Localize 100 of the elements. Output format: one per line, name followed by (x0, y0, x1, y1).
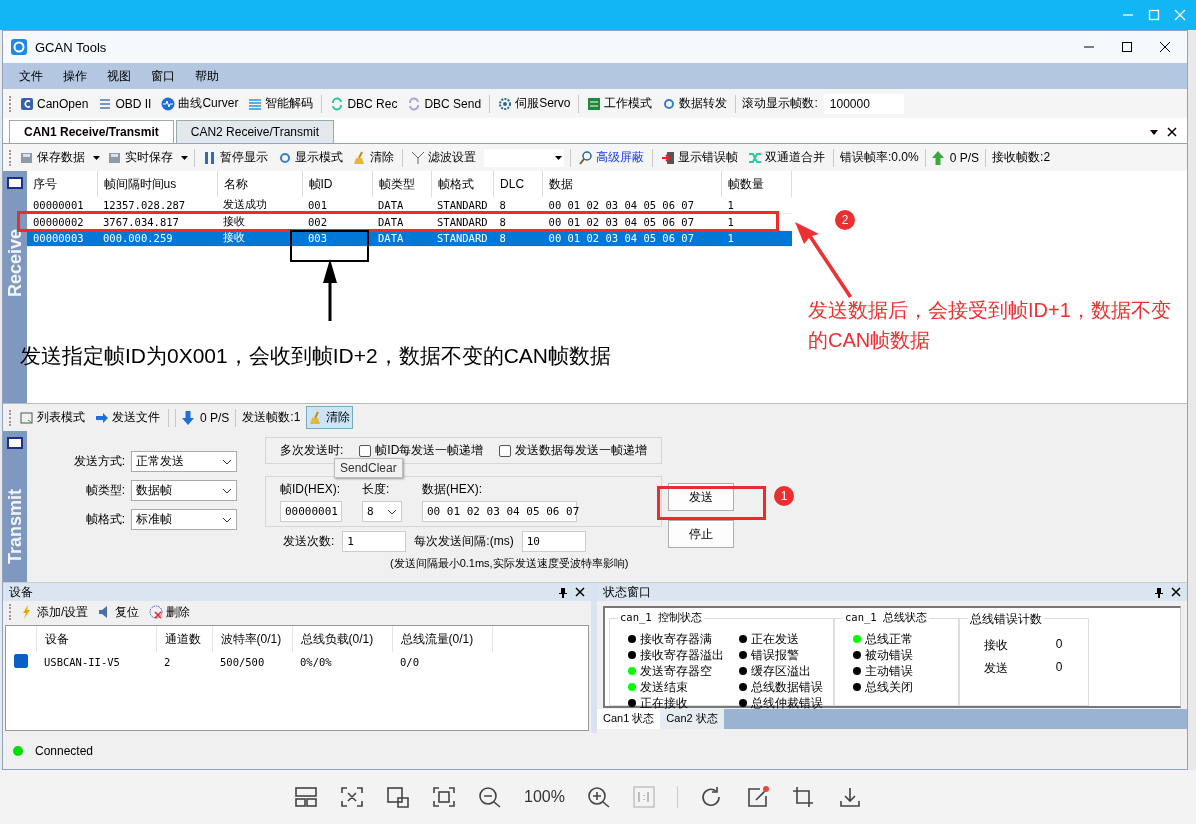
download-icon[interactable] (837, 786, 862, 808)
table-cell: 00 01 02 03 04 05 06 07 (548, 199, 694, 211)
length-dropdown[interactable]: 8 (362, 501, 402, 522)
send-button[interactable]: 发送 (668, 483, 735, 511)
field-label: 每次发送间隔:(ms) (414, 533, 514, 550)
add-settings-button[interactable]: 添加/设置 (18, 601, 91, 623)
status-label: 缓存区溢出 (750, 662, 811, 680)
dropdown-caret-icon[interactable] (93, 154, 100, 161)
dropdown-caret-icon[interactable] (181, 154, 188, 161)
group-label: 多次发送时: (280, 442, 344, 459)
down-arrow-icon (182, 410, 194, 425)
menu-item[interactable]: 操作 (55, 65, 95, 87)
frame-id-field[interactable]: 00000001 (280, 501, 342, 522)
field-label: 发送方式: (72, 453, 125, 470)
menu-item[interactable]: 帮助 (187, 65, 227, 87)
toolbar-button[interactable]: OBD II (96, 94, 154, 113)
send-file-button[interactable]: 发送文件 (93, 407, 162, 428)
dropdown[interactable]: 正常发送 (131, 451, 237, 472)
reset-button[interactable]: 复位 (96, 601, 142, 623)
checkbox[interactable]: 发送数据每发送一帧递增 (499, 442, 648, 459)
filter-settings-button[interactable]: 滤波设置 (409, 147, 478, 168)
toolbar-button[interactable]: 伺服Servo (496, 93, 573, 114)
toolbar-button[interactable]: 工作模式 (585, 93, 655, 114)
toolbar-button[interactable]: 数据转发 (660, 93, 730, 114)
panel-title: 设备 (9, 583, 33, 601)
send-count-field[interactable]: 1 (342, 531, 407, 552)
table-cell: 002 (308, 215, 327, 228)
menu-item[interactable]: 视图 (99, 65, 139, 87)
pin-icon[interactable] (559, 586, 567, 598)
status-label: 主动错误 (865, 662, 913, 680)
toolbar-button[interactable]: CanOpen (18, 94, 91, 113)
dropdown-caret-icon[interactable] (1149, 127, 1159, 137)
up-arrow-icon (323, 259, 337, 321)
column-header: 总线负载(0/1) (292, 626, 392, 652)
save-data-button[interactable]: 保存数据 (18, 147, 87, 168)
edit-icon[interactable] (745, 786, 770, 808)
table-cell: 00000001 (33, 199, 84, 211)
layout-icon[interactable] (294, 786, 318, 808)
chevron-down-icon (387, 508, 397, 515)
merge-channels-button[interactable]: 双通道合并 (746, 147, 827, 168)
fit-screen-icon[interactable] (340, 786, 364, 808)
advanced-mask-button[interactable]: 高级屏蔽 (577, 147, 646, 168)
realtime-save-button[interactable]: 实时保存 (106, 147, 175, 168)
window-title: GCAN Tools (35, 39, 107, 55)
interval-field[interactable]: 10 (521, 531, 586, 552)
column-header: 帧ID (302, 171, 372, 197)
close-icon[interactable] (1159, 41, 1171, 53)
lines-icon (248, 96, 263, 111)
delete-button[interactable]: 删除 (147, 601, 193, 623)
table-row[interactable]: 00000001 12357.028.287 发送成功 001 DATA STANDARD 8 00 01 02 03 04 05 06 07 1 (27, 197, 792, 214)
toolbar-button[interactable]: 曲线Curver (159, 93, 241, 114)
tab[interactable]: Can2 状态 (660, 709, 724, 729)
toolbar-button[interactable]: DBC Rec (328, 94, 400, 113)
table-row[interactable]: 00000002 3767.034.817 接收 002 DATA STANDARD 8 00 01 02 03 04 05 06 07 1 (27, 213, 792, 230)
list-mode-button[interactable]: 列表模式 (18, 407, 87, 428)
close-icon[interactable] (1167, 127, 1177, 137)
window-icon (7, 177, 23, 189)
menu-item[interactable]: 窗口 (143, 65, 183, 87)
maximize-icon[interactable] (1121, 41, 1133, 53)
table-cell: STANDARD (437, 199, 488, 211)
status-label: 总线数据错误 (750, 678, 823, 696)
clear-button[interactable]: 清除 (351, 147, 396, 168)
toolbar-button[interactable]: 智能解码 (246, 93, 316, 114)
data-field[interactable]: 00 01 02 03 04 05 06 07 (422, 501, 577, 522)
checkbox[interactable]: 帧ID每发送一帧递增 (359, 442, 484, 459)
dropdown[interactable]: 标准帧 (131, 509, 237, 530)
table-cell: 00000003 (33, 232, 84, 245)
checkbox[interactable] (14, 654, 28, 668)
crop-icon[interactable] (791, 786, 816, 808)
fullscreen-icon[interactable] (432, 786, 456, 808)
toolbar-button[interactable]: DBC Send (405, 94, 484, 113)
zoom-level: 100% (524, 788, 565, 806)
pause-display-button[interactable]: 暂停显示 (201, 147, 270, 168)
show-error-frames-button[interactable]: 显示错误帧 (659, 147, 740, 168)
chevron-down-icon (222, 516, 232, 523)
dropdown[interactable]: 数据帧 (131, 480, 237, 501)
status-label: 正在接收 (640, 694, 688, 712)
close-icon[interactable] (575, 586, 585, 597)
zoom-out-icon[interactable] (478, 786, 502, 808)
tooltip: SendClear (334, 458, 403, 478)
menu-item[interactable]: 文件 (11, 65, 51, 87)
stop-button[interactable]: 停止 (668, 520, 735, 548)
table-row[interactable]: 00000003 000.000.259 接收 003 DATA STANDARD 8 00 01 02 03 04 05 06 07 1 (27, 230, 792, 247)
tab[interactable]: CAN1 Receive/Transmit (9, 120, 174, 143)
c-logo-icon (20, 96, 34, 111)
clear-button[interactable]: 清除 (306, 406, 354, 429)
sync-icon (407, 96, 422, 111)
column-header: 设备 (36, 626, 156, 652)
tab[interactable]: Can1 状态 (597, 709, 661, 729)
column-header: 名称 (217, 171, 302, 197)
counter-label: 发送 (984, 660, 1009, 677)
display-mode-button[interactable]: 显示模式 (276, 147, 345, 168)
sent-count-text: 发送帧数:1 (242, 409, 301, 426)
zoom-in-icon[interactable] (586, 786, 611, 808)
wave-icon (161, 96, 176, 111)
scroll-frames-field[interactable]: 100000 (823, 93, 904, 114)
pin-icon[interactable] (1155, 586, 1163, 598)
close-icon[interactable] (1171, 586, 1181, 597)
column-header: 数据 (542, 171, 722, 197)
tab[interactable]: CAN2 Receive/Transmit (175, 120, 334, 143)
